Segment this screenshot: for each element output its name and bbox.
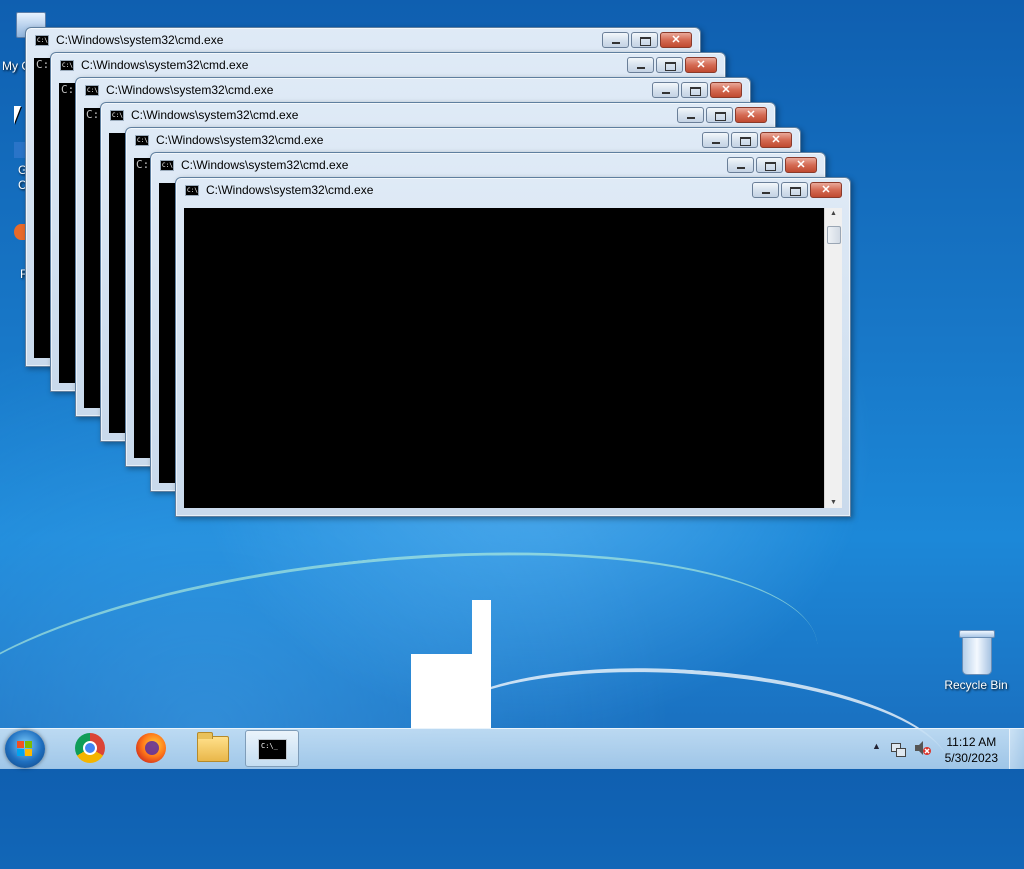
chrome-icon <box>75 733 105 763</box>
window-titlebar[interactable]: C:\Windows\system32\cmd.exe <box>126 128 800 154</box>
windows-logo-icon <box>17 741 33 757</box>
clock[interactable]: 11:12 AM 5/30/2023 <box>945 734 998 766</box>
cmd-icon <box>185 185 199 196</box>
window-titlebar[interactable]: C:\Windows\system32\cmd.exe <box>176 178 850 204</box>
taskbar-firefox-button[interactable] <box>123 730 177 767</box>
show-desktop-button[interactable] <box>1009 729 1024 769</box>
recycle-bin-icon <box>959 630 995 675</box>
window-titlebar[interactable]: C:\Windows\system32\cmd.exe <box>101 103 775 129</box>
maximize-button[interactable] <box>681 82 708 98</box>
console-text: C: <box>86 108 100 121</box>
window-titlebar[interactable]: C:\Windows\system32\cmd.exe <box>151 153 825 179</box>
window-title: C:\Windows\system32\cmd.exe <box>156 133 324 147</box>
window-titlebar[interactable]: C:\Windows\system32\cmd.exe <box>76 78 750 104</box>
minimize-button[interactable] <box>702 132 729 148</box>
firefox-icon <box>136 733 166 763</box>
window-title: C:\Windows\system32\cmd.exe <box>81 58 249 72</box>
taskbar: ▲ 11:12 AM 5/30/2023 <box>0 728 1024 769</box>
minimize-button[interactable] <box>627 57 654 73</box>
network-icon[interactable] <box>890 740 906 757</box>
console-text: C: <box>36 58 50 71</box>
desktop-icon-recycle-bin[interactable]: Recycle Bin <box>940 630 1012 692</box>
window-titlebar[interactable]: C:\Windows\system32\cmd.exe <box>51 53 725 79</box>
window-title: C:\Windows\system32\cmd.exe <box>181 158 349 172</box>
file-explorer-icon <box>197 732 229 762</box>
scroll-up-arrow-icon[interactable]: ▲ <box>825 210 842 217</box>
console-text: C: <box>136 158 150 171</box>
taskbar-file-explorer-button[interactable] <box>185 730 239 767</box>
maximize-button[interactable] <box>656 57 683 73</box>
window-title: C:\Windows\system32\cmd.exe <box>56 33 224 47</box>
close-button[interactable] <box>760 132 792 148</box>
close-button[interactable] <box>710 82 742 98</box>
recycle-bin-label: Recycle Bin <box>944 678 1008 692</box>
cmd-window-7-active[interactable]: C:\Windows\system32\cmd.exe ▲▼ <box>175 177 851 517</box>
blank-overlay-block <box>411 654 491 728</box>
minimize-button[interactable] <box>652 82 679 98</box>
scroll-thumb[interactable] <box>827 226 841 244</box>
cmd-icon <box>60 60 74 71</box>
cmd-icon <box>35 35 49 46</box>
start-button[interactable] <box>5 730 45 768</box>
cmd-icon <box>85 85 99 96</box>
vertical-scrollbar[interactable]: ▲▼ <box>824 208 842 508</box>
close-button[interactable] <box>735 107 767 123</box>
minimize-button[interactable] <box>752 182 779 198</box>
show-hidden-icons-chevron-icon[interactable]: ▲ <box>872 741 881 751</box>
maximize-button[interactable] <box>631 32 658 48</box>
minimize-button[interactable] <box>602 32 629 48</box>
maximize-button[interactable] <box>731 132 758 148</box>
taskbar-chrome-button[interactable] <box>61 730 115 767</box>
cmd-icon <box>258 739 287 760</box>
console-text: C: <box>61 83 75 96</box>
close-button[interactable] <box>810 182 842 198</box>
close-button[interactable] <box>685 57 717 73</box>
cmd-icon <box>160 160 174 171</box>
window-title: C:\Windows\system32\cmd.exe <box>131 108 299 122</box>
cmd-icon <box>110 110 124 121</box>
maximize-button[interactable] <box>756 157 783 173</box>
console-output[interactable] <box>184 208 825 508</box>
maximize-button[interactable] <box>781 182 808 198</box>
window-title: C:\Windows\system32\cmd.exe <box>206 183 374 197</box>
cmd-icon <box>135 135 149 146</box>
close-button[interactable] <box>785 157 817 173</box>
cursor-icon <box>14 106 21 124</box>
scroll-down-arrow-icon[interactable]: ▼ <box>825 499 842 506</box>
clock-date: 5/30/2023 <box>944 751 998 765</box>
window-title: C:\Windows\system32\cmd.exe <box>106 83 274 97</box>
close-button[interactable] <box>660 32 692 48</box>
clock-time: 11:12 AM <box>946 735 997 749</box>
window-titlebar[interactable]: C:\Windows\system32\cmd.exe <box>26 28 700 54</box>
volume-muted-icon[interactable] <box>914 740 932 756</box>
minimize-button[interactable] <box>727 157 754 173</box>
maximize-button[interactable] <box>706 107 733 123</box>
taskbar-cmd-button[interactable] <box>245 730 299 767</box>
minimize-button[interactable] <box>677 107 704 123</box>
